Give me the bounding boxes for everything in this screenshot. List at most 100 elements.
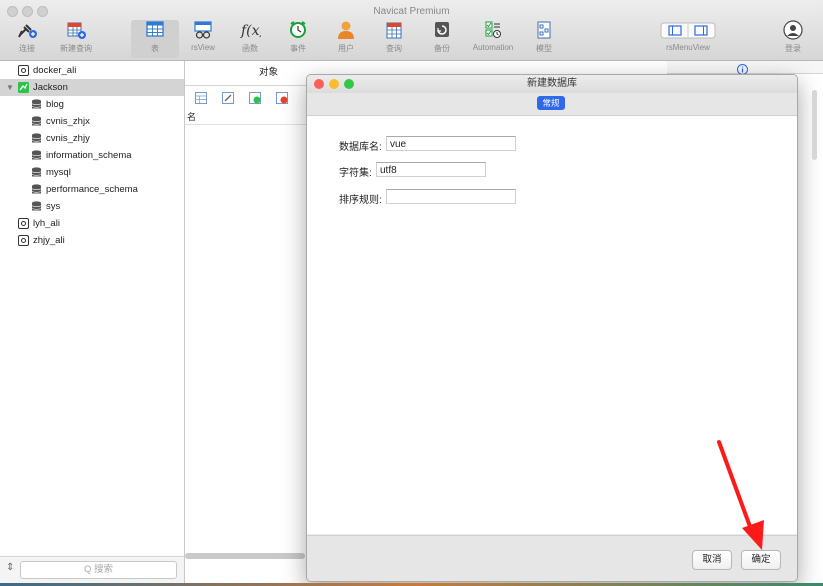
toolbar-model-button[interactable]: 模型: [524, 20, 564, 58]
connection-label: Jackson: [33, 82, 68, 93]
toolbar-function-button[interactable]: f(x) 函数: [230, 20, 270, 58]
horizontal-scrollbar[interactable]: [185, 553, 305, 559]
database-blog[interactable]: blog: [0, 96, 184, 113]
info-panel-header: [667, 61, 823, 75]
database-mysql[interactable]: mysql: [0, 164, 184, 181]
toolbar-label: 连接: [19, 44, 35, 53]
function-icon: f(x): [240, 23, 261, 39]
connection-lyh-ali[interactable]: lyh_ali: [0, 215, 184, 232]
connection-icon: [18, 235, 29, 246]
database-icon: [31, 167, 42, 177]
database-label: performance_schema: [46, 184, 138, 195]
toolbar-connect-button[interactable]: 连接: [7, 20, 47, 58]
connection-jackson[interactable]: ▼ Jackson: [0, 79, 184, 96]
toolbar-backup-button[interactable]: 备份: [422, 20, 462, 58]
toolbar-label: rsMenuView: [666, 43, 710, 52]
alarm-clock-icon: [290, 21, 306, 38]
connection-label: zhjy_ali: [33, 235, 65, 246]
toolbar-label: 备份: [434, 44, 450, 53]
database-information-schema[interactable]: information_schema: [0, 147, 184, 164]
design-table-icon[interactable]: [222, 92, 234, 104]
cancel-button[interactable]: 取消: [692, 550, 732, 570]
new-table-icon[interactable]: [249, 92, 261, 104]
toolbar-label: 查询: [386, 44, 402, 53]
connection-active-icon: [18, 82, 29, 93]
database-icon: [31, 116, 42, 126]
connection-sidebar: docker_ali ▼ Jackson blog cvnis_zhjx cvn…: [0, 61, 185, 583]
toolbar-layout-view-button[interactable]: rsMenuView: [656, 20, 720, 58]
charset-select[interactable]: utf8: [376, 162, 486, 177]
connection-label: docker_ali: [33, 65, 77, 76]
toolbar-label: rsView: [191, 43, 215, 52]
database-label: information_schema: [46, 150, 132, 161]
db-name-input[interactable]: vue: [386, 136, 516, 151]
search-input[interactable]: Q 搜索: [20, 561, 177, 579]
database-performance-schema[interactable]: performance_schema: [0, 181, 184, 198]
connection-icon: [18, 65, 29, 76]
collation-label: 排序规则:: [339, 195, 382, 206]
dialog-close-button[interactable]: [314, 79, 324, 89]
sort-toggle-icon[interactable]: ⇕: [6, 562, 14, 573]
toolbar-new-query-button[interactable]: 新建查询: [56, 20, 96, 58]
toolbar-login-button[interactable]: 登录: [773, 20, 813, 58]
charset-label: 字符集:: [339, 168, 372, 179]
open-table-icon[interactable]: [195, 92, 207, 104]
database-sys[interactable]: sys: [0, 198, 184, 215]
database-label: cvnis_zhjy: [46, 133, 90, 144]
toolbar-label: 登录: [785, 44, 801, 53]
toolbar-query-button[interactable]: 查询: [374, 20, 414, 58]
model-icon: [537, 21, 551, 39]
connection-label: lyh_ali: [33, 218, 60, 229]
database-label: blog: [46, 99, 64, 110]
account-icon: [783, 20, 803, 40]
database-cvnis-zhjy[interactable]: cvnis_zhjy: [0, 130, 184, 147]
database-label: cvnis_zhjx: [46, 116, 90, 127]
connection-zhjy-ali[interactable]: zhjy_ali: [0, 232, 184, 249]
dialog-footer: 取消 确定: [307, 535, 797, 581]
query-icon: [386, 22, 402, 39]
toolbar-event-button[interactable]: 事件: [278, 20, 318, 58]
database-icon: [31, 150, 42, 160]
database-icon: [31, 99, 42, 109]
delete-table-icon[interactable]: [276, 92, 288, 104]
svg-text:f(x): f(x): [240, 23, 261, 39]
dialog-zoom-button[interactable]: [344, 79, 354, 89]
database-cvnis-zhjx[interactable]: cvnis_zhjx: [0, 113, 184, 130]
view-icon: [194, 21, 212, 39]
dialog-tab-bar: 常规: [307, 93, 797, 116]
automation-icon: [485, 21, 501, 38]
vertical-scrollbar[interactable]: [812, 90, 817, 160]
navicat-window: Navicat Premium 连接 新建查询 表 rsView f(x 函数 …: [0, 0, 823, 586]
table-icon: [146, 21, 164, 37]
toolbar-label: 模型: [536, 44, 552, 53]
ok-button[interactable]: 确定: [741, 550, 781, 570]
toolbar-label: Automation: [472, 43, 514, 52]
toolbar-label: 新建查询: [60, 44, 92, 53]
toolbar-label: 函数: [242, 44, 258, 53]
connection-docker-ali[interactable]: docker_ali: [0, 62, 184, 79]
database-icon: [31, 201, 42, 211]
toolbar-label: 事件: [290, 44, 306, 53]
database-icon: [31, 184, 42, 194]
app-title: Navicat Premium: [373, 6, 450, 17]
disclosure-triangle-icon[interactable]: ▼: [6, 79, 14, 96]
dialog-title: 新建数据库: [307, 75, 797, 93]
toolbar-user-button[interactable]: 用户: [326, 20, 366, 58]
tab-general[interactable]: 常规: [537, 96, 565, 110]
dialog-minimize-button[interactable]: [329, 79, 339, 89]
dialog-form: 数据库名: vue 字符集: utf8 排序规则:: [307, 116, 797, 534]
toolbar-view-button[interactable]: rsView: [183, 20, 223, 58]
backup-icon: [435, 22, 449, 37]
sidebar-footer: ⇕ Q 搜索: [0, 556, 184, 583]
toolbar-automation-button[interactable]: Automation: [470, 20, 516, 58]
user-icon: [338, 21, 354, 39]
collation-select[interactable]: [386, 189, 516, 204]
database-icon: [31, 133, 42, 143]
new-database-dialog: 新建数据库 常规 数据库名: vue 字符集: utf8 排序规则: 取消 确定: [306, 74, 798, 582]
new-query-icon: [67, 22, 86, 39]
toolbar-label: 用户: [338, 44, 354, 53]
toolbar: Navicat Premium 连接 新建查询 表 rsView f(x 函数 …: [0, 0, 823, 61]
database-label: mysql: [46, 167, 71, 178]
database-label: sys: [46, 201, 61, 212]
toolbar-table-button[interactable]: 表: [131, 20, 179, 58]
